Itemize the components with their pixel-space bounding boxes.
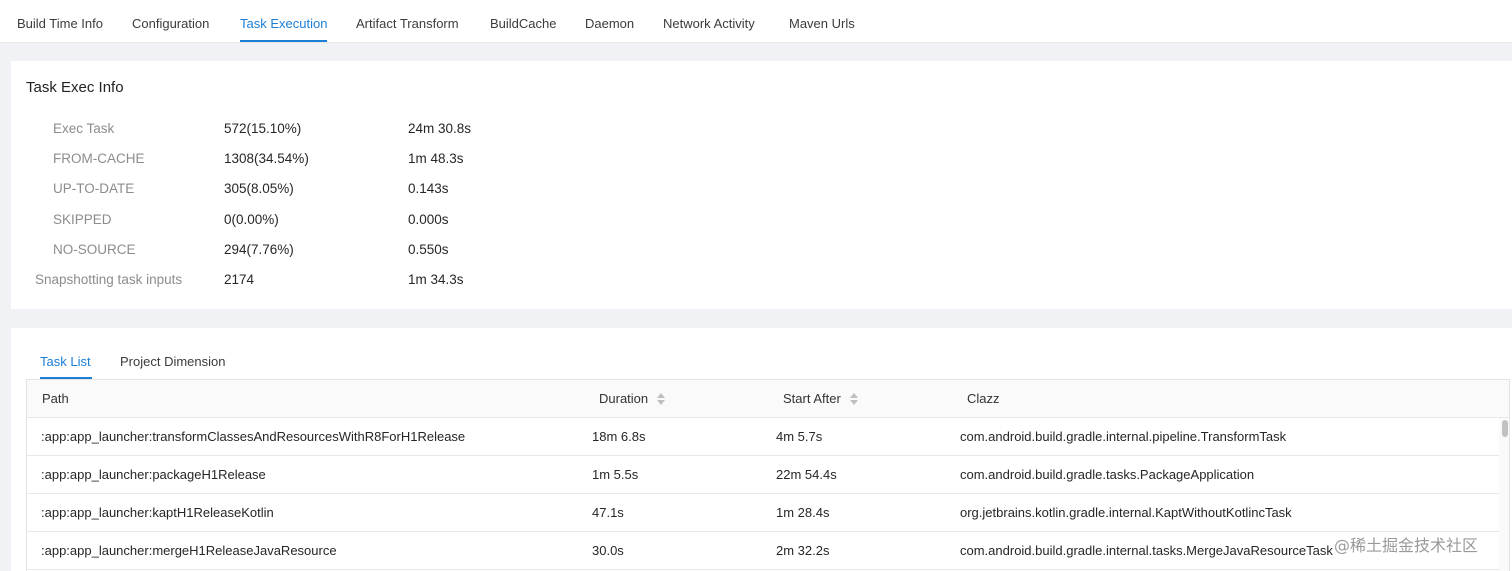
stat-count-up-to-date: 305(8.05%) [224, 181, 294, 196]
tab-network-activity[interactable]: Network Activity [663, 0, 755, 43]
column-header-start-after-label: Start After [783, 391, 841, 406]
tab-task-execution[interactable]: Task Execution [240, 0, 327, 43]
cell-path: :app:app_launcher:packageH1Release [41, 467, 266, 482]
stat-label-from-cache: FROM-CACHE [53, 151, 145, 166]
cell-clazz: org.jetbrains.kotlin.gradle.internal.Kap… [960, 505, 1292, 520]
stat-label-exec-task: Exec Task [53, 121, 115, 136]
tab-task-list[interactable]: Task List [40, 354, 91, 369]
cell-clazz: com.android.build.gradle.internal.pipeli… [960, 429, 1287, 444]
cell-path: :app:app_launcher:kaptH1ReleaseKotlin [41, 505, 274, 520]
stat-count-skipped: 0(0.00%) [224, 212, 279, 227]
cell-start-after: 4m 5.7s [776, 429, 823, 444]
column-header-start-after[interactable]: Start After [783, 380, 858, 418]
tab-maven-urls[interactable]: Maven Urls [789, 0, 855, 43]
stat-time-snapshotting: 1m 34.3s [408, 272, 464, 287]
top-nav: Build Time Info Configuration Task Execu… [0, 0, 1512, 43]
table-row[interactable]: :app:app_launcher:packageH1Release 1m 5.… [27, 456, 1499, 494]
table-row[interactable]: :app:app_launcher:transformClassesAndRes… [27, 418, 1499, 456]
cell-start-after: 2m 32.2s [776, 543, 830, 558]
cell-duration: 30.0s [592, 543, 624, 558]
stat-count-from-cache: 1308(34.54%) [224, 151, 309, 166]
cell-duration: 18m 6.8s [592, 429, 646, 444]
cell-start-after: 22m 54.4s [776, 467, 837, 482]
table-header: Path Duration Start After Clazz [27, 380, 1509, 418]
task-exec-info-card: Task Exec Info Exec Task 572(15.10%) 24m… [11, 61, 1512, 309]
vertical-scrollbar[interactable] [1499, 418, 1509, 571]
cell-clazz: com.android.build.gradle.tasks.PackageAp… [960, 467, 1255, 482]
stat-label-no-source: NO-SOURCE [53, 242, 136, 257]
column-header-clazz: Clazz [967, 391, 1000, 406]
cell-path: :app:app_launcher:transformClassesAndRes… [41, 429, 466, 444]
stat-count-no-source: 294(7.76%) [224, 242, 294, 257]
table-row[interactable]: :app:app_launcher:kaptH1ReleaseKotlin 47… [27, 494, 1499, 532]
scrollbar-thumb[interactable] [1502, 420, 1508, 437]
column-header-duration-label: Duration [599, 391, 649, 406]
task-list-card: Task List Project Dimension Path Duratio… [11, 328, 1512, 571]
stat-label-up-to-date: UP-TO-DATE [53, 181, 135, 196]
column-header-duration[interactable]: Duration [599, 380, 666, 418]
stat-label-skipped: SKIPPED [53, 212, 112, 227]
column-header-path: Path [42, 391, 69, 406]
stat-time-from-cache: 1m 48.3s [408, 151, 464, 166]
tab-artifact-transform[interactable]: Artifact Transform [356, 0, 459, 43]
stat-count-snapshotting: 2174 [224, 272, 255, 287]
cell-start-after: 1m 28.4s [776, 505, 830, 520]
tab-build-time-info[interactable]: Build Time Info [17, 0, 103, 43]
tab-buildcache[interactable]: BuildCache [490, 0, 557, 43]
active-tab-indicator [240, 40, 327, 42]
cell-duration: 47.1s [592, 505, 624, 520]
stat-time-skipped: 0.000s [408, 212, 449, 227]
cell-duration: 1m 5.5s [592, 467, 639, 482]
tab-configuration[interactable]: Configuration [132, 0, 209, 43]
stat-time-up-to-date: 0.143s [408, 181, 449, 196]
tab-daemon[interactable]: Daemon [585, 0, 634, 43]
table-row[interactable]: :app:app_launcher:mergeH1ReleaseJavaReso… [27, 532, 1499, 570]
stat-time-no-source: 0.550s [408, 242, 449, 257]
stat-time-exec-task: 24m 30.8s [408, 121, 472, 136]
tab-project-dimension[interactable]: Project Dimension [120, 354, 226, 369]
task-table: Path Duration Start After Clazz :app:app… [26, 379, 1510, 571]
watermark: @稀土掘金技术社区 [1334, 536, 1479, 555]
sort-icon[interactable] [657, 392, 666, 406]
sort-icon[interactable] [849, 392, 858, 406]
stat-label-snapshotting: Snapshotting task inputs [35, 272, 183, 287]
stat-count-exec-task: 572(15.10%) [224, 121, 302, 136]
cell-clazz: com.android.build.gradle.internal.tasks.… [960, 543, 1333, 558]
cell-path: :app:app_launcher:mergeH1ReleaseJavaReso… [41, 543, 337, 558]
card-title: Task Exec Info [26, 79, 124, 96]
